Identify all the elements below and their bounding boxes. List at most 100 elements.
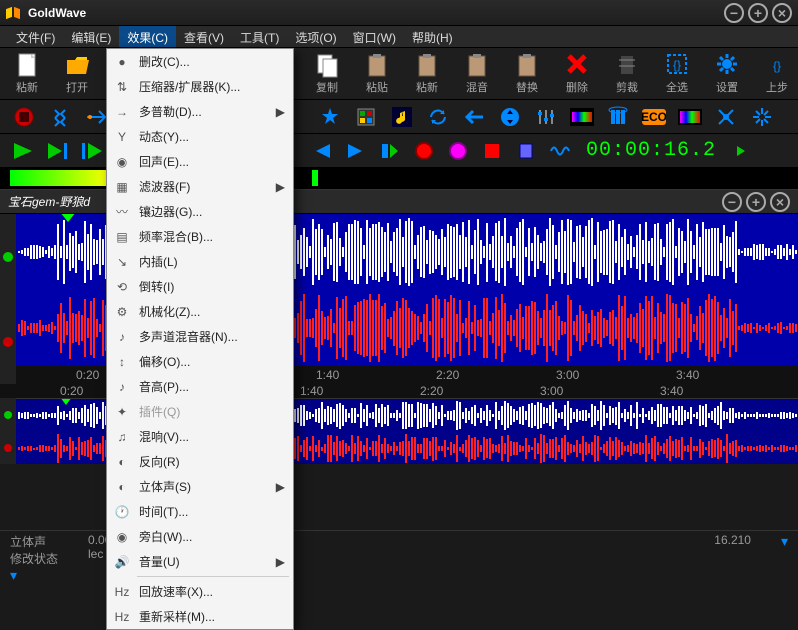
offset-icon: ↕ xyxy=(113,353,131,371)
tool-open-button[interactable]: 打开 xyxy=(60,52,94,95)
effect-cube-icon[interactable] xyxy=(352,103,380,131)
minimize-button[interactable]: − xyxy=(724,3,744,23)
tool-mix-button[interactable]: 混音 xyxy=(460,52,494,95)
effect-star-icon[interactable] xyxy=(316,103,344,131)
effect-note-icon[interactable] xyxy=(388,103,416,131)
doppler-icon: → xyxy=(113,103,131,121)
timecode-display: 00:00:16.2 xyxy=(580,139,722,162)
wave-icon[interactable] xyxy=(546,137,574,165)
stop-button[interactable] xyxy=(478,137,506,165)
tool-replace-button[interactable]: 替换 xyxy=(510,52,544,95)
effects-menu-item-freqblend[interactable]: ▤频率混合(B)... xyxy=(107,224,293,249)
play-button[interactable] xyxy=(10,137,38,165)
effects-menu-item-multichannel[interactable]: ♪多声道混音器(N)... xyxy=(107,324,293,349)
censor-icon: ● xyxy=(113,53,131,71)
compressor-icon: ⇅ xyxy=(113,78,131,96)
effects-menu-item-compressor[interactable]: ⇅压缩器/扩展器(K)... xyxy=(107,74,293,99)
menu-2[interactable]: 效果(C) xyxy=(119,26,176,47)
filter-icon: ▦ xyxy=(113,178,131,196)
effect-arrows-icon[interactable] xyxy=(46,103,74,131)
echo-icon: ◉ xyxy=(113,153,131,171)
rec-start-button[interactable] xyxy=(376,137,404,165)
record-button[interactable] xyxy=(410,137,438,165)
effects-menu-item-reverse[interactable]: ◐反向(R) xyxy=(107,449,293,474)
effects-menu-item-interpolate[interactable]: ↘内插(L) xyxy=(107,249,293,274)
tool-delete-button[interactable]: 删除 xyxy=(560,52,594,95)
effects-menu-item-reverb[interactable]: ♫混响(V)... xyxy=(107,424,293,449)
doc-minimize-button[interactable]: − xyxy=(722,192,742,212)
resample-icon: Hz xyxy=(113,608,131,626)
maximize-button[interactable]: + xyxy=(748,3,768,23)
tool-selall-button[interactable]: {}全选 xyxy=(660,52,694,95)
menu-0[interactable]: 文件(F) xyxy=(8,26,63,47)
effects-menu-item-playback[interactable]: Hz回放速率(X)... xyxy=(107,579,293,604)
effect-burst-icon[interactable] xyxy=(748,103,776,131)
volume-icon: 🔊 xyxy=(113,553,131,571)
playback-icon: Hz xyxy=(113,583,131,601)
tool-new-button[interactable]: 粘新 xyxy=(10,52,44,95)
effects-menu-item-offset[interactable]: ↕偏移(O)... xyxy=(107,349,293,374)
menu-1[interactable]: 编辑(E) xyxy=(63,26,119,47)
effect-cross-icon[interactable] xyxy=(712,103,740,131)
effects-menu-item-flanger[interactable]: 〰镶边器(G)... xyxy=(107,199,293,224)
marker-icon[interactable] xyxy=(512,137,540,165)
reverse-icon: ◐ xyxy=(113,453,131,471)
plugin-icon: ✦ xyxy=(113,403,131,421)
effect-spectrum-icon[interactable] xyxy=(568,103,596,131)
reverb-icon: ♫ xyxy=(113,428,131,446)
effect-cycle-icon[interactable] xyxy=(424,103,452,131)
effects-menu-item-resample[interactable]: Hz重新采样(M)... xyxy=(107,604,293,629)
effects-menu-item-censor[interactable]: ●删改(C)... xyxy=(107,49,293,74)
multichannel-icon: ♪ xyxy=(113,328,131,346)
mechanize-icon: ⚙ xyxy=(113,303,131,321)
doc-maximize-button[interactable]: + xyxy=(746,192,766,212)
svg-text:{}: {} xyxy=(773,59,781,73)
effects-menu-dropdown: ●删改(C)...⇅压缩器/扩展器(K)...→多普勒(D)...▶Y动态(Y)… xyxy=(106,48,294,630)
effects-menu-item-pitch[interactable]: ♪音高(P)... xyxy=(107,374,293,399)
tool-copy-button[interactable]: 复制 xyxy=(310,52,344,95)
record2-button[interactable] xyxy=(444,137,472,165)
vu-peak-marker xyxy=(312,170,318,186)
close-button[interactable]: × xyxy=(772,3,792,23)
effect-left-arrow-icon[interactable] xyxy=(460,103,488,131)
menu-7[interactable]: 帮助(H) xyxy=(404,26,461,47)
effects-menu-item-filter[interactable]: ▦滤波器(F)▶ xyxy=(107,174,293,199)
rewind-button[interactable] xyxy=(308,137,336,165)
svg-text:ECO: ECO xyxy=(642,110,666,124)
tool-paste-button[interactable]: 粘贴 xyxy=(360,52,394,95)
effects-menu-item-echo[interactable]: ◉回声(E)... xyxy=(107,149,293,174)
effect-stop-icon[interactable] xyxy=(10,103,38,131)
menu-4[interactable]: 工具(T) xyxy=(232,26,287,47)
right-channel-dot-icon xyxy=(3,337,13,347)
effect-sliders-icon[interactable] xyxy=(532,103,560,131)
tool-prev-button[interactable]: {}上步 xyxy=(760,52,794,95)
left-channel-dot-icon xyxy=(3,252,13,262)
tool-trim-button[interactable]: 剪裁 xyxy=(610,52,644,95)
effects-menu-item-voiceover[interactable]: ◉旁白(W)... xyxy=(107,524,293,549)
status-channels: 立体声 xyxy=(10,533,58,550)
menu-3[interactable]: 查看(V) xyxy=(176,26,232,47)
tool-pastenew-button[interactable]: 粘新 xyxy=(410,52,444,95)
effects-menu-item-doppler[interactable]: →多普勒(D)...▶ xyxy=(107,99,293,124)
effects-menu-item-dynamics[interactable]: Y动态(Y)... xyxy=(107,124,293,149)
effects-menu-item-stereo[interactable]: ◐立体声(S)▶ xyxy=(107,474,293,499)
overview-playhead-icon xyxy=(60,399,72,405)
tool-settings-button[interactable]: 设置 xyxy=(710,52,744,95)
doc-close-button[interactable]: × xyxy=(770,192,790,212)
menu-6[interactable]: 窗口(W) xyxy=(345,26,404,47)
voiceover-icon: ◉ xyxy=(113,528,131,546)
effects-menu-item-volume[interactable]: 🔊音量(U)▶ xyxy=(107,549,293,574)
play-loop-button[interactable] xyxy=(78,137,106,165)
effects-menu-item-invert[interactable]: ⟲倒转(I) xyxy=(107,274,293,299)
effects-menu-item-time[interactable]: 🕐时间(T)... xyxy=(107,499,293,524)
effect-badge-icon[interactable]: ECO xyxy=(640,103,668,131)
play-selection-button[interactable] xyxy=(44,137,72,165)
status-position: 16.210 xyxy=(714,533,751,547)
forward-button[interactable] xyxy=(342,137,370,165)
effect-updown-icon[interactable] xyxy=(496,103,524,131)
menu-5[interactable]: 选项(O) xyxy=(287,26,344,47)
effects-menu-item-mechanize[interactable]: ⚙机械化(Z)... xyxy=(107,299,293,324)
timecode-play-icon[interactable] xyxy=(728,137,756,165)
effect-rainbow-icon[interactable] xyxy=(676,103,704,131)
effect-gate-icon[interactable] xyxy=(604,103,632,131)
